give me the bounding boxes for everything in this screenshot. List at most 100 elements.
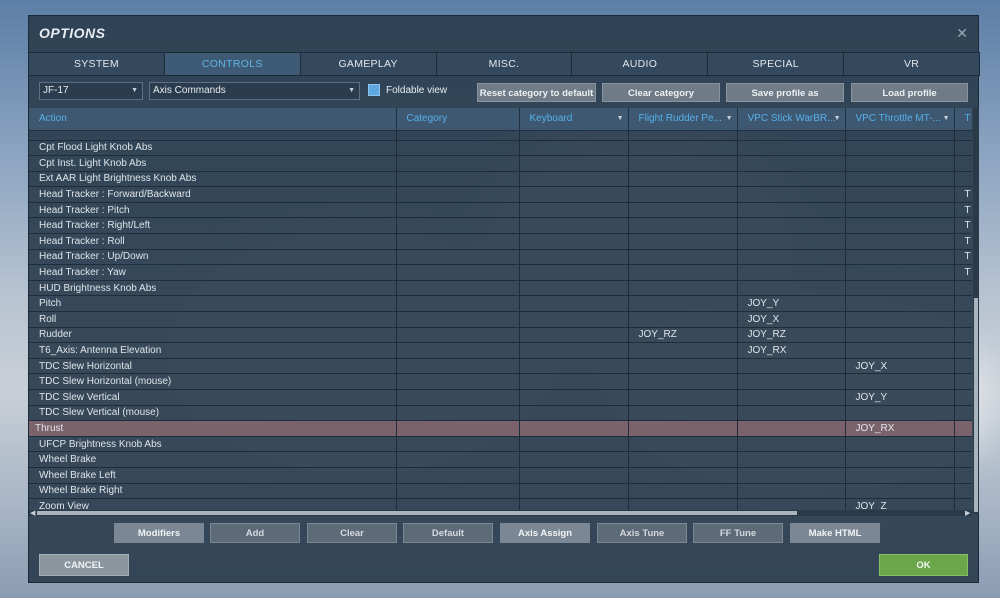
binding-cell[interactable]: JOY_X: [845, 358, 955, 375]
action-cell[interactable]: HUD Brightness Knob Abs: [29, 280, 397, 297]
table-cell[interactable]: [737, 130, 846, 141]
binding-cell[interactable]: JOY_Y: [737, 295, 846, 313]
binding-cell[interactable]: [519, 327, 629, 344]
binding-cell[interactable]: [954, 171, 972, 188]
binding-cell[interactable]: [845, 280, 955, 297]
binding-cell[interactable]: [396, 249, 520, 266]
binding-cell[interactable]: [396, 436, 520, 453]
binding-cell[interactable]: [396, 327, 520, 344]
clear-button[interactable]: Clear: [307, 523, 397, 543]
binding-cell[interactable]: [845, 483, 955, 500]
binding-cell[interactable]: [954, 295, 972, 313]
binding-cell[interactable]: [954, 420, 972, 437]
action-cell[interactable]: Head Tracker : Right/Left: [29, 217, 397, 235]
action-cell[interactable]: Thrust: [29, 420, 397, 437]
action-cell[interactable]: Wheel Brake Right: [29, 483, 397, 500]
binding-cell[interactable]: JOY_RZ: [737, 327, 846, 344]
binding-cell[interactable]: [845, 186, 955, 203]
binding-cell[interactable]: [396, 295, 520, 313]
binding-cell[interactable]: T: [954, 217, 972, 235]
table-row[interactable]: Cpt Inst. Light Knob Abs: [29, 155, 972, 172]
column-header[interactable]: Category: [396, 108, 520, 131]
binding-cell[interactable]: [845, 451, 955, 468]
action-cell[interactable]: Roll: [29, 311, 397, 328]
binding-cell[interactable]: [737, 264, 846, 281]
table-row[interactable]: TDC Slew Horizontal (mouse): [29, 373, 972, 390]
clear-category-button[interactable]: Clear category: [602, 83, 720, 102]
binding-cell[interactable]: [737, 280, 846, 297]
tab-vr[interactable]: VR: [844, 53, 981, 75]
foldable-view-checkbox[interactable]: [368, 84, 380, 96]
binding-cell[interactable]: [737, 202, 846, 219]
table-row[interactable]: Pitch JOY_Y: [29, 295, 972, 313]
table-row[interactable]: Thrust JOY_RX: [29, 420, 972, 437]
binding-cell[interactable]: [628, 358, 738, 375]
binding-cell[interactable]: [628, 155, 738, 172]
binding-cell[interactable]: [396, 171, 520, 188]
binding-cell[interactable]: [628, 171, 738, 188]
table-row[interactable]: Head Tracker : Pitch T: [29, 202, 972, 219]
binding-cell[interactable]: [396, 186, 520, 203]
binding-cell[interactable]: [628, 295, 738, 313]
binding-cell[interactable]: [519, 233, 629, 250]
chevron-down-icon[interactable]: ▼: [726, 115, 733, 122]
binding-cell[interactable]: [396, 467, 520, 484]
binding-cell[interactable]: [845, 373, 955, 390]
binding-cell[interactable]: [737, 467, 846, 484]
binding-cell[interactable]: [519, 249, 629, 266]
action-cell[interactable]: Head Tracker : Pitch: [29, 202, 397, 219]
binding-cell[interactable]: [737, 373, 846, 390]
binding-cell[interactable]: [954, 358, 972, 375]
binding-cell[interactable]: [519, 436, 629, 453]
table-row[interactable]: [29, 130, 972, 141]
binding-cell[interactable]: [737, 249, 846, 266]
binding-cell[interactable]: [954, 389, 972, 406]
binding-cell[interactable]: [845, 311, 955, 328]
binding-cell[interactable]: [628, 280, 738, 297]
binding-cell[interactable]: [519, 358, 629, 375]
ff-tune-button[interactable]: FF Tune: [693, 523, 783, 543]
binding-cell[interactable]: [845, 342, 955, 359]
chevron-down-icon[interactable]: ▼: [943, 115, 950, 122]
binding-cell[interactable]: [845, 155, 955, 172]
binding-cell[interactable]: [396, 451, 520, 468]
table-row[interactable]: Head Tracker : Forward/Backward T: [29, 186, 972, 203]
axis-assign-button[interactable]: Axis Assign: [500, 523, 590, 543]
binding-cell[interactable]: [737, 483, 846, 500]
binding-cell[interactable]: [519, 217, 629, 235]
binding-cell[interactable]: [737, 186, 846, 203]
binding-cell[interactable]: [737, 140, 846, 157]
binding-cell[interactable]: [628, 233, 738, 250]
tab-audio[interactable]: AUDIO: [572, 53, 709, 75]
binding-cell[interactable]: [519, 155, 629, 172]
binding-cell[interactable]: [396, 311, 520, 328]
table-row[interactable]: Wheel Brake Left: [29, 467, 972, 484]
binding-cell[interactable]: [396, 483, 520, 500]
binding-cell[interactable]: [519, 311, 629, 328]
action-cell[interactable]: Head Tracker : Yaw: [29, 264, 397, 281]
binding-cell[interactable]: T: [954, 186, 972, 203]
binding-cell[interactable]: [519, 342, 629, 359]
binding-cell[interactable]: [954, 373, 972, 390]
binding-cell[interactable]: [737, 155, 846, 172]
table-cell[interactable]: [628, 130, 738, 141]
binding-cell[interactable]: [954, 327, 972, 344]
column-header[interactable]: Keyboard ▼: [519, 108, 629, 131]
close-icon[interactable]: ✕: [956, 25, 968, 42]
binding-cell[interactable]: [954, 155, 972, 172]
binding-cell[interactable]: [519, 420, 629, 437]
table-row[interactable]: Ext AAR Light Brightness Knob Abs: [29, 171, 972, 188]
binding-cell[interactable]: [519, 264, 629, 281]
binding-cell[interactable]: [628, 405, 738, 422]
binding-cell[interactable]: [628, 451, 738, 468]
table-cell[interactable]: [845, 130, 955, 141]
axis-tune-button[interactable]: Axis Tune: [597, 523, 687, 543]
reset-category-button[interactable]: Reset category to default: [477, 83, 596, 102]
horizontal-scrollbar-thumb[interactable]: [37, 511, 797, 515]
action-cell[interactable]: Head Tracker : Up/Down: [29, 249, 397, 266]
action-cell[interactable]: Head Tracker : Roll: [29, 233, 397, 250]
chevron-down-icon[interactable]: ▼: [834, 115, 841, 122]
cancel-button[interactable]: CANCEL: [39, 554, 129, 576]
action-cell[interactable]: Ext AAR Light Brightness Knob Abs: [29, 171, 397, 188]
modifiers-button[interactable]: Modifiers: [114, 523, 204, 543]
